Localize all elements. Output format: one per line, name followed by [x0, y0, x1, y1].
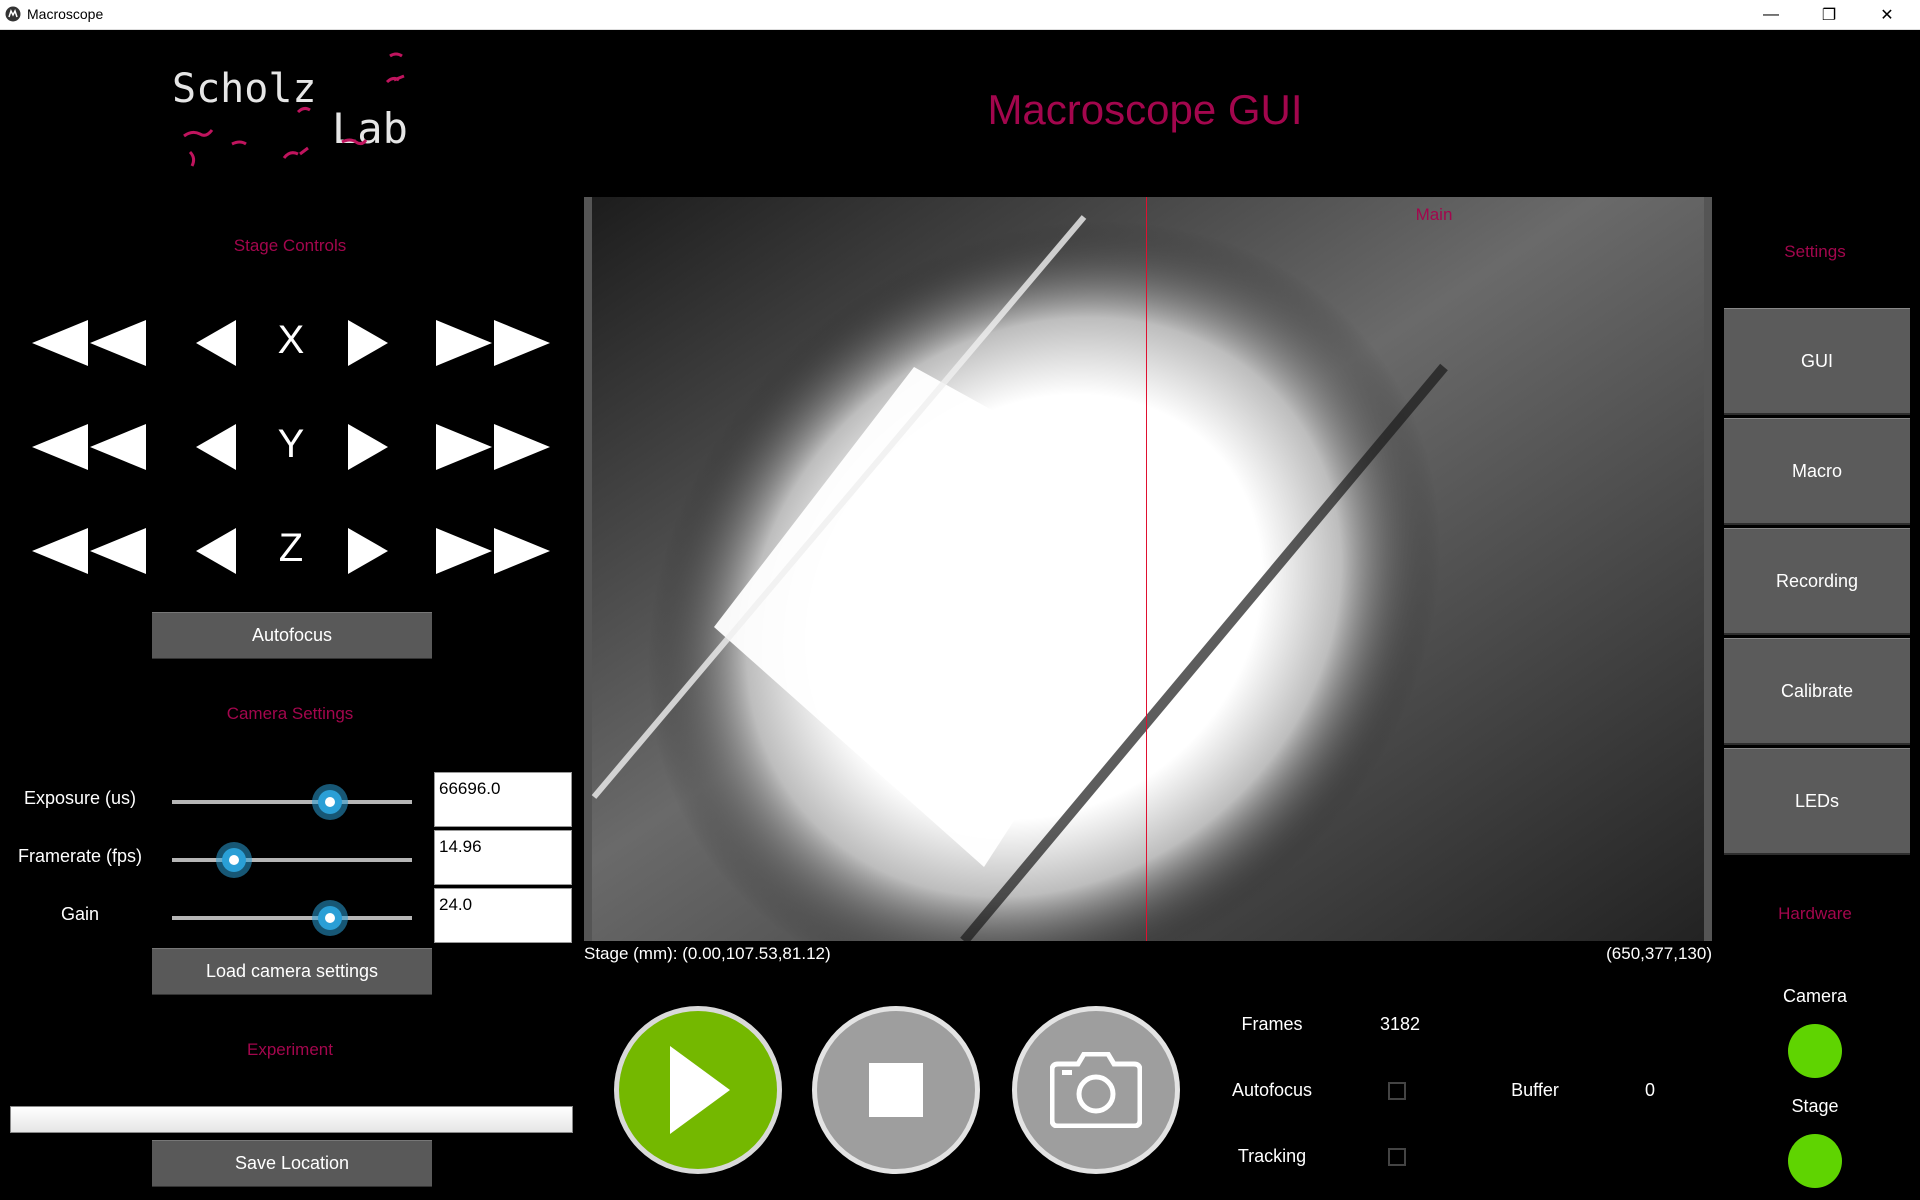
recording-button[interactable]: Recording — [1724, 528, 1910, 635]
app-title: Macroscope GUI — [987, 86, 1303, 133]
x-step-right-button[interactable] — [348, 320, 390, 366]
camera-settings-heading: Camera Settings — [226, 704, 354, 723]
viewer-label: Main — [1415, 205, 1453, 224]
autofocus-checkbox[interactable] — [1388, 1082, 1406, 1100]
logo-worms-graphic — [183, 52, 405, 167]
x-fast-left-button[interactable] — [32, 320, 150, 366]
window-titlebar: Macroscope — ❐ ✕ — [0, 0, 1920, 30]
y-fast-left-button[interactable] — [32, 424, 150, 470]
experiment-heading: Experiment — [247, 1040, 333, 1059]
frames-value: 3182 — [1379, 1014, 1421, 1034]
double-left-arrow-icon — [32, 528, 146, 574]
framerate-slider[interactable] — [172, 842, 412, 878]
right-arrow-icon — [348, 424, 388, 470]
axis-label-x: X — [277, 318, 305, 362]
gain-label: Gain — [60, 904, 100, 924]
y-fast-right-button[interactable] — [436, 424, 554, 470]
tracking-checkbox[interactable] — [1388, 1148, 1406, 1166]
restore-button[interactable]: ❐ — [1800, 0, 1858, 29]
stop-button[interactable] — [812, 1006, 980, 1174]
buffer-value: 0 — [1644, 1080, 1655, 1100]
autofocus-status-label: Autofocus — [1231, 1080, 1313, 1100]
double-right-arrow-icon — [436, 424, 550, 470]
exposure-label: Exposure (us) — [23, 788, 137, 808]
y-step-left-button[interactable] — [196, 424, 238, 470]
stage-controls-heading: Stage Controls — [233, 236, 347, 255]
stage-status-label: Stage — [1791, 1096, 1839, 1116]
axis-label-z: Z — [278, 526, 304, 570]
stage-position-readout: Stage (mm): (0.00,107.53,81.12) — [584, 944, 831, 963]
slider-knob[interactable] — [311, 899, 349, 937]
double-left-arrow-icon — [32, 424, 146, 470]
autofocus-button[interactable]: Autofocus — [152, 612, 432, 659]
settings-heading: Settings — [1784, 242, 1846, 261]
stage-status-indicator — [1788, 1134, 1842, 1188]
framerate-value-input[interactable]: 14.96 — [434, 830, 572, 885]
camera-icon — [1050, 1052, 1142, 1128]
tracking-label: Tracking — [1237, 1146, 1307, 1166]
exposure-value-input[interactable]: 66696.0 — [434, 772, 572, 827]
z-fast-left-button[interactable] — [32, 528, 150, 574]
y-step-right-button[interactable] — [348, 424, 390, 470]
camera-image — [584, 197, 1712, 941]
window-title: Macroscope — [27, 6, 104, 22]
camera-status-indicator — [1788, 1024, 1842, 1078]
framerate-label: Framerate (fps) — [17, 846, 143, 866]
app-icon — [5, 6, 21, 22]
experiment-location-input[interactable] — [10, 1106, 573, 1133]
right-arrow-icon — [348, 320, 388, 366]
cursor-coordinates-readout: (650,377,130) — [1606, 944, 1712, 963]
exposure-slider[interactable] — [172, 784, 412, 820]
left-arrow-icon — [196, 320, 236, 366]
hardware-heading: Hardware — [1778, 904, 1852, 923]
gain-slider[interactable] — [172, 900, 412, 936]
buffer-label: Buffer — [1511, 1080, 1559, 1100]
z-step-right-button[interactable] — [348, 528, 390, 574]
gui-button[interactable]: GUI — [1724, 308, 1910, 415]
left-arrow-icon — [196, 528, 236, 574]
macro-button[interactable]: Macro — [1724, 418, 1910, 525]
close-button[interactable]: ✕ — [1858, 0, 1916, 29]
minimize-button[interactable]: — — [1742, 0, 1800, 29]
slider-knob[interactable] — [215, 841, 253, 879]
gain-value-input[interactable]: 24.0 — [434, 888, 572, 943]
play-button[interactable] — [614, 1006, 782, 1174]
save-location-button[interactable]: Save Location — [152, 1140, 432, 1187]
double-right-arrow-icon — [436, 528, 550, 574]
z-step-left-button[interactable] — [196, 528, 238, 574]
center-line — [1146, 197, 1147, 941]
slider-knob[interactable] — [311, 783, 349, 821]
snapshot-button[interactable] — [1012, 1006, 1180, 1174]
load-camera-settings-button[interactable]: Load camera settings — [152, 948, 432, 995]
right-arrow-icon — [348, 528, 388, 574]
camera-viewer[interactable]: Main — [584, 197, 1712, 941]
calibrate-button[interactable]: Calibrate — [1724, 638, 1910, 745]
left-arrow-icon — [196, 424, 236, 470]
play-icon — [670, 1046, 730, 1134]
double-left-arrow-icon — [32, 320, 146, 366]
double-right-arrow-icon — [436, 320, 550, 366]
frames-label: Frames — [1241, 1014, 1303, 1034]
leds-button[interactable]: LEDs — [1724, 748, 1910, 855]
axis-label-y: Y — [277, 422, 305, 466]
z-fast-right-button[interactable] — [436, 528, 554, 574]
stop-icon — [869, 1063, 923, 1117]
camera-status-label: Camera — [1782, 986, 1848, 1006]
x-step-left-button[interactable] — [196, 320, 238, 366]
x-fast-right-button[interactable] — [436, 320, 554, 366]
